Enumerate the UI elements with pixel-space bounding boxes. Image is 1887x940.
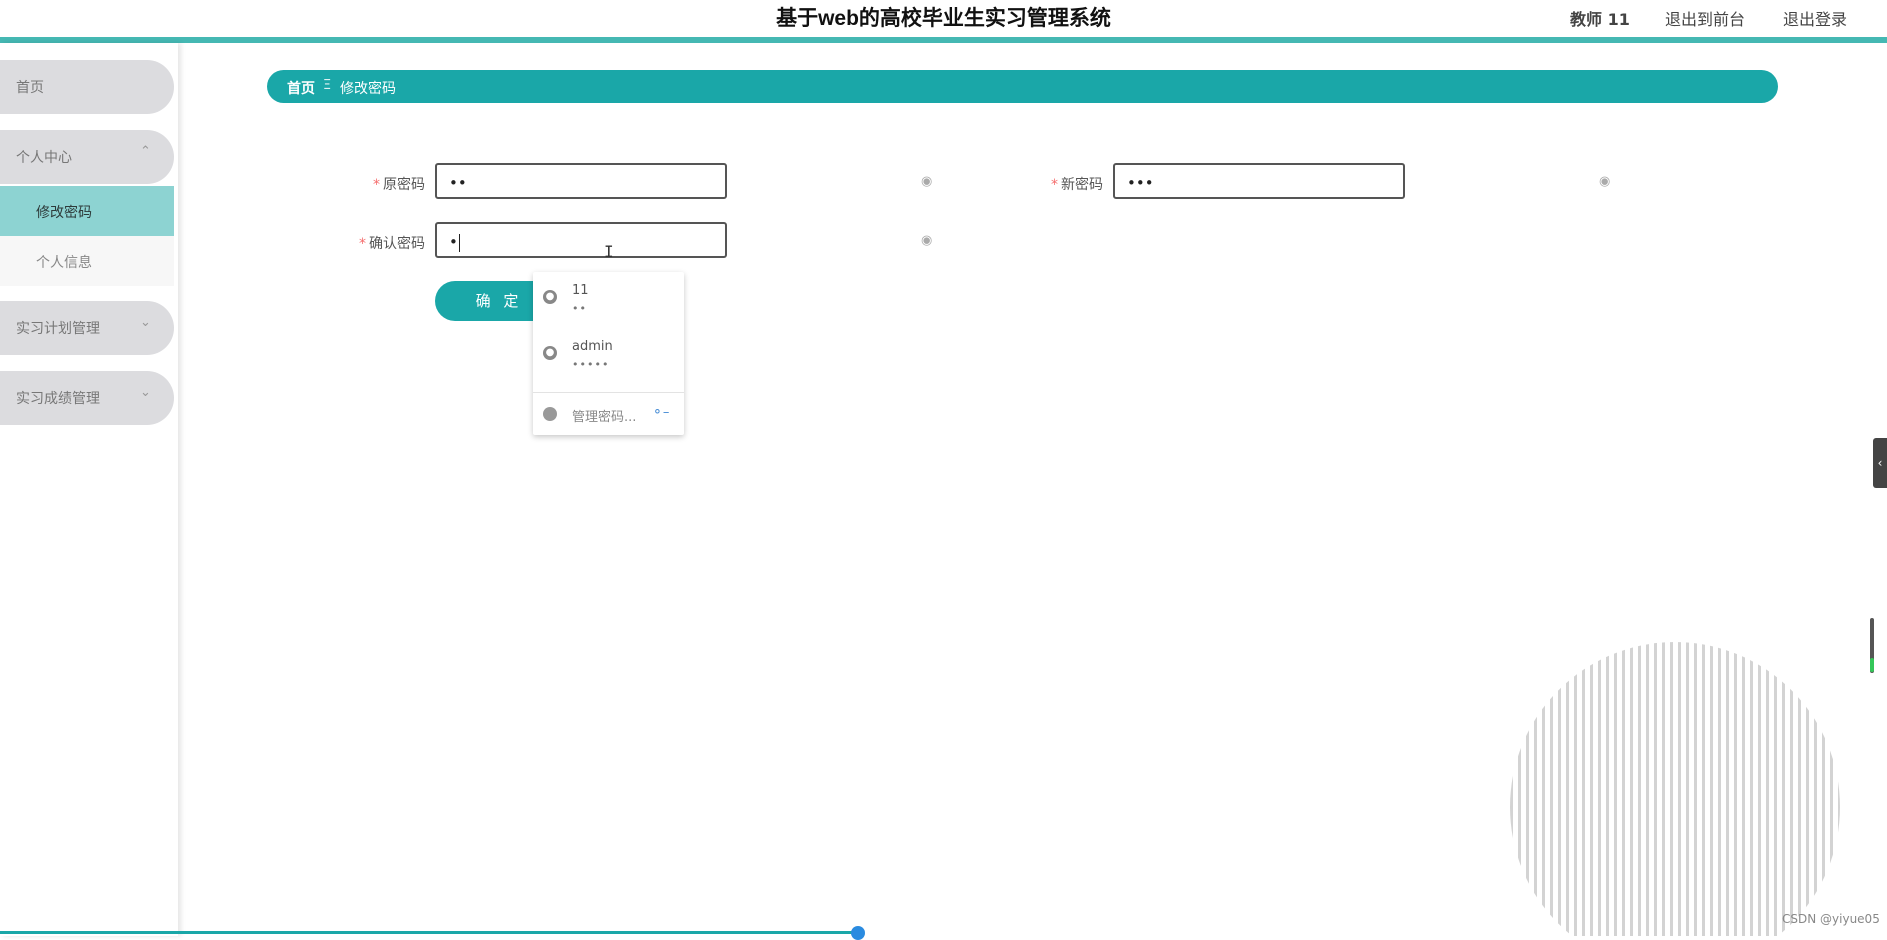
autofill-entry[interactable]: ● 11 •• [533,272,684,328]
confirm-password-input[interactable]: • [435,222,727,258]
exit-to-front-link[interactable]: 退出到前台 [1665,6,1745,30]
confirm-password-value: • [449,233,458,251]
sidebar-item-label: 修改密码 [36,205,92,221]
manage-passwords-item[interactable]: 管理密码... ⚬– [533,394,684,434]
autofill-entry[interactable]: ● admin ••••• [533,328,684,384]
breadcrumb-separator-icon: Ξ [323,78,332,93]
sidebar-subitem-change-password[interactable]: 修改密码 [0,186,174,236]
sidebar-subitem-personal-info[interactable]: 个人信息 [0,236,174,286]
sidebar-item-label: 首页 [16,80,44,96]
eye-icon[interactable]: ◉ [921,233,932,248]
text-caret [458,233,460,252]
confirm-password-label: * 确认密码 [359,236,425,252]
old-password-label: * 原密码 [373,177,425,193]
bottom-progress-line [0,931,860,934]
required-mark: * [359,236,366,252]
autofill-password: ••••• [572,358,610,371]
new-password-label: * 新密码 [1051,177,1103,193]
chevron-up-icon: ⌃ [140,144,151,159]
sidebar-item-personal-center[interactable]: 个人中心 ⌃ [0,130,174,184]
breadcrumb: 首页 Ξ 修改密码 [267,70,1778,103]
required-mark: * [373,177,380,193]
password-autofill-dropdown: ● 11 •• ● admin ••••• 管理密码... ⚬– [533,272,684,435]
breadcrumb-current: 修改密码 [340,81,396,97]
side-collapse-tab[interactable]: ‹ [1873,438,1887,488]
autofill-password: •• [572,302,587,315]
bottom-progress-handle[interactable] [851,926,865,940]
chevron-down-icon: ⌄ [140,315,151,330]
breadcrumb-home[interactable]: 首页 [287,78,315,98]
logout-link[interactable]: 退出登录 [1783,6,1847,30]
sidebar: 首页 个人中心 ⌃ 修改密码 个人信息 实习计划管理 ⌄ 实习成绩管理 ⌄ [0,43,178,936]
header-divider [0,37,1887,43]
watermark: CSDN @yiyue05 [1782,912,1880,926]
autofill-username: admin [572,339,613,354]
new-password-input[interactable]: ••• [1113,163,1405,199]
eye-icon[interactable]: ◉ [921,174,932,189]
manage-passwords-label: 管理密码... [572,410,637,425]
top-header: 基于web的高校毕业生实习管理系统 教师 11 退出到前台 退出登录 [0,0,1887,37]
chrome-icon [543,407,557,421]
old-password-input[interactable]: •• [435,163,727,199]
chevron-down-icon: ⌄ [140,385,151,400]
required-mark: * [1051,177,1058,193]
eye-icon[interactable]: ◉ [1599,174,1610,189]
autofill-username: 11 [572,283,589,298]
globe-icon: ● [543,290,557,304]
decorative-striped-circle [1510,642,1840,936]
current-user: 教师 11 [1570,10,1630,29]
scrollbar-indicator [1870,658,1874,672]
sidebar-item-label: 个人信息 [36,255,92,271]
globe-icon: ● [543,346,557,360]
sidebar-item-internship-plan[interactable]: 实习计划管理 ⌄ [0,301,174,355]
autofill-divider [533,392,684,393]
key-icon: ⚬– [652,405,670,420]
sidebar-item-home[interactable]: 首页 [0,60,174,114]
sidebar-item-label: 实习成绩管理 [16,391,100,407]
sidebar-item-label: 个人中心 [16,150,72,166]
ibeam-cursor-icon: I [604,242,614,261]
sidebar-item-label: 实习计划管理 [16,321,100,337]
sidebar-item-internship-grades[interactable]: 实习成绩管理 ⌄ [0,371,174,425]
